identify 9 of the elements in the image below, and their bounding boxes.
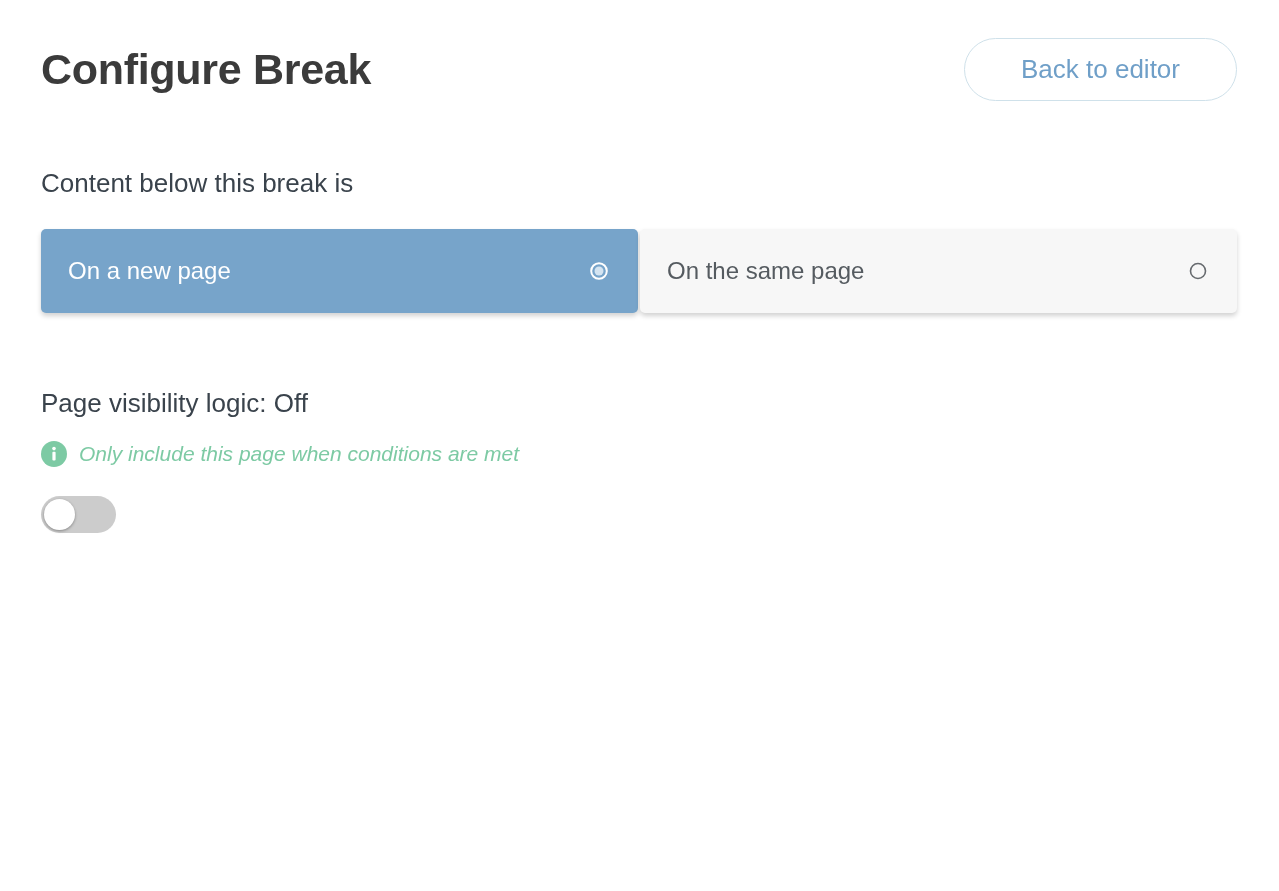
hint-text: Only include this page when conditions are met	[79, 442, 520, 466]
info-icon	[41, 441, 67, 467]
page-option[interactable]: On a new page	[41, 229, 638, 313]
visibility-toggle[interactable]	[41, 496, 116, 533]
page-option[interactable]: On the same page	[640, 229, 1237, 313]
page-title: Configure Break	[41, 45, 371, 94]
back-to-editor-button[interactable]: Back to editor	[964, 38, 1237, 101]
section-label: Content below this break is	[41, 167, 355, 200]
section-label: Page visibility logic: Off	[41, 387, 309, 420]
